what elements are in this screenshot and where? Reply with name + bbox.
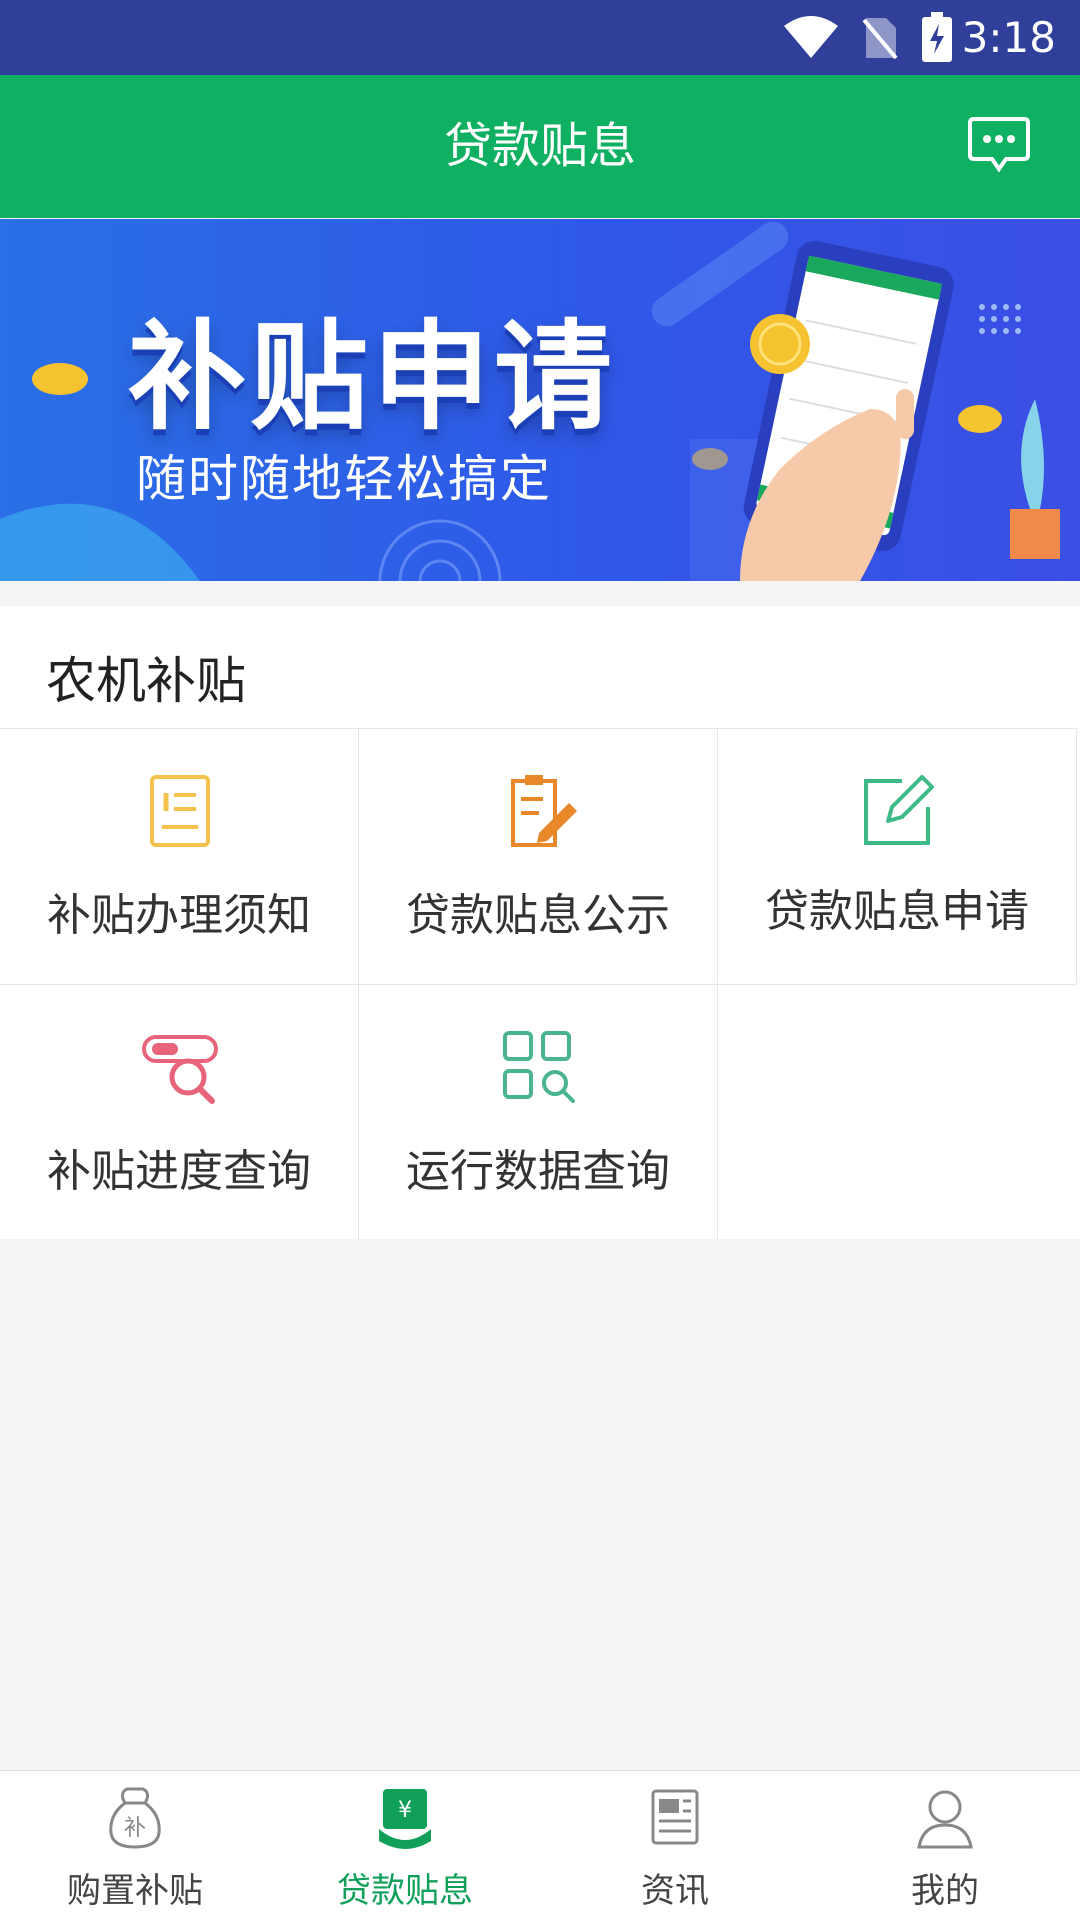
menu-item-label: 补贴进度查询 [47, 1146, 311, 1197]
menu-grid: 补贴办理须知 贷款贴息公示 贷款贴息申请 补贴进度查询 运行数据查询 [0, 728, 1080, 1239]
nav-label: 购置补贴 [67, 1871, 203, 1911]
title-bar: 贷款贴息 [0, 75, 1080, 218]
announcement-icon [511, 775, 577, 847]
menu-item-progress[interactable]: 补贴进度查询 [0, 984, 359, 1239]
menu-item-announcement[interactable]: 贷款贴息公示 [359, 728, 718, 983]
nav-label: 我的 [911, 1871, 979, 1911]
nav-item-subsidy[interactable]: 补 购置补贴 [0, 1771, 270, 1921]
news-icon [651, 1789, 699, 1845]
menu-item-apply[interactable]: 贷款贴息申请 [718, 728, 1077, 983]
menu-item-data[interactable]: 运行数据查询 [359, 984, 718, 1239]
menu-item-label: 补贴办理须知 [47, 890, 311, 941]
menu-item-label: 贷款贴息申请 [765, 886, 1029, 937]
wifi-icon [784, 16, 838, 58]
menu-item-label: 运行数据查询 [406, 1146, 670, 1197]
promo-banner[interactable]: 补贴申请 随时随地轻松搞定 [0, 219, 1080, 581]
svg-text:¥: ¥ [398, 1798, 412, 1823]
page-title: 贷款贴息 [443, 118, 636, 174]
nav-item-news[interactable]: 资讯 [540, 1771, 810, 1921]
data-search-icon [503, 1031, 575, 1103]
profile-icon [917, 1790, 973, 1849]
nav-item-loan[interactable]: ¥ 贷款贴息 [270, 1771, 540, 1921]
edit-icon [864, 775, 934, 845]
menu-item-label: 贷款贴息公示 [406, 890, 670, 941]
banner-headline: 补贴申请 [128, 308, 617, 446]
bottom-nav: 补 购置补贴 ¥ 贷款贴息 资讯 我的 [0, 1770, 1080, 1921]
svg-text:补: 补 [124, 1816, 146, 1841]
banner-subline: 随时随地轻松搞定 [136, 450, 552, 508]
nav-item-profile[interactable]: 我的 [810, 1771, 1080, 1921]
status-bar: 3:18 [0, 0, 1080, 75]
subsidy-bag-icon: 补 [109, 1787, 161, 1849]
section-title: 农机补贴 [46, 652, 246, 710]
menu-empty-cell [718, 984, 1077, 1239]
nav-label: 贷款贴息 [337, 1871, 473, 1911]
battery-charging-icon [922, 12, 952, 62]
status-time: 3:18 [961, 13, 1056, 62]
notice-icon [150, 775, 210, 847]
nav-label: 资讯 [641, 1871, 709, 1911]
menu-item-notice[interactable]: 补贴办理须知 [0, 728, 359, 983]
progress-search-icon [142, 1035, 218, 1104]
no-sim-icon [862, 18, 898, 60]
loan-icon: ¥ [379, 1789, 431, 1849]
message-icon[interactable] [968, 115, 1030, 175]
subsidy-section: 农机补贴 补贴办理须知 贷款贴息公示 贷款贴息申请 补贴进度查询 运行数据查询 [0, 606, 1080, 1239]
